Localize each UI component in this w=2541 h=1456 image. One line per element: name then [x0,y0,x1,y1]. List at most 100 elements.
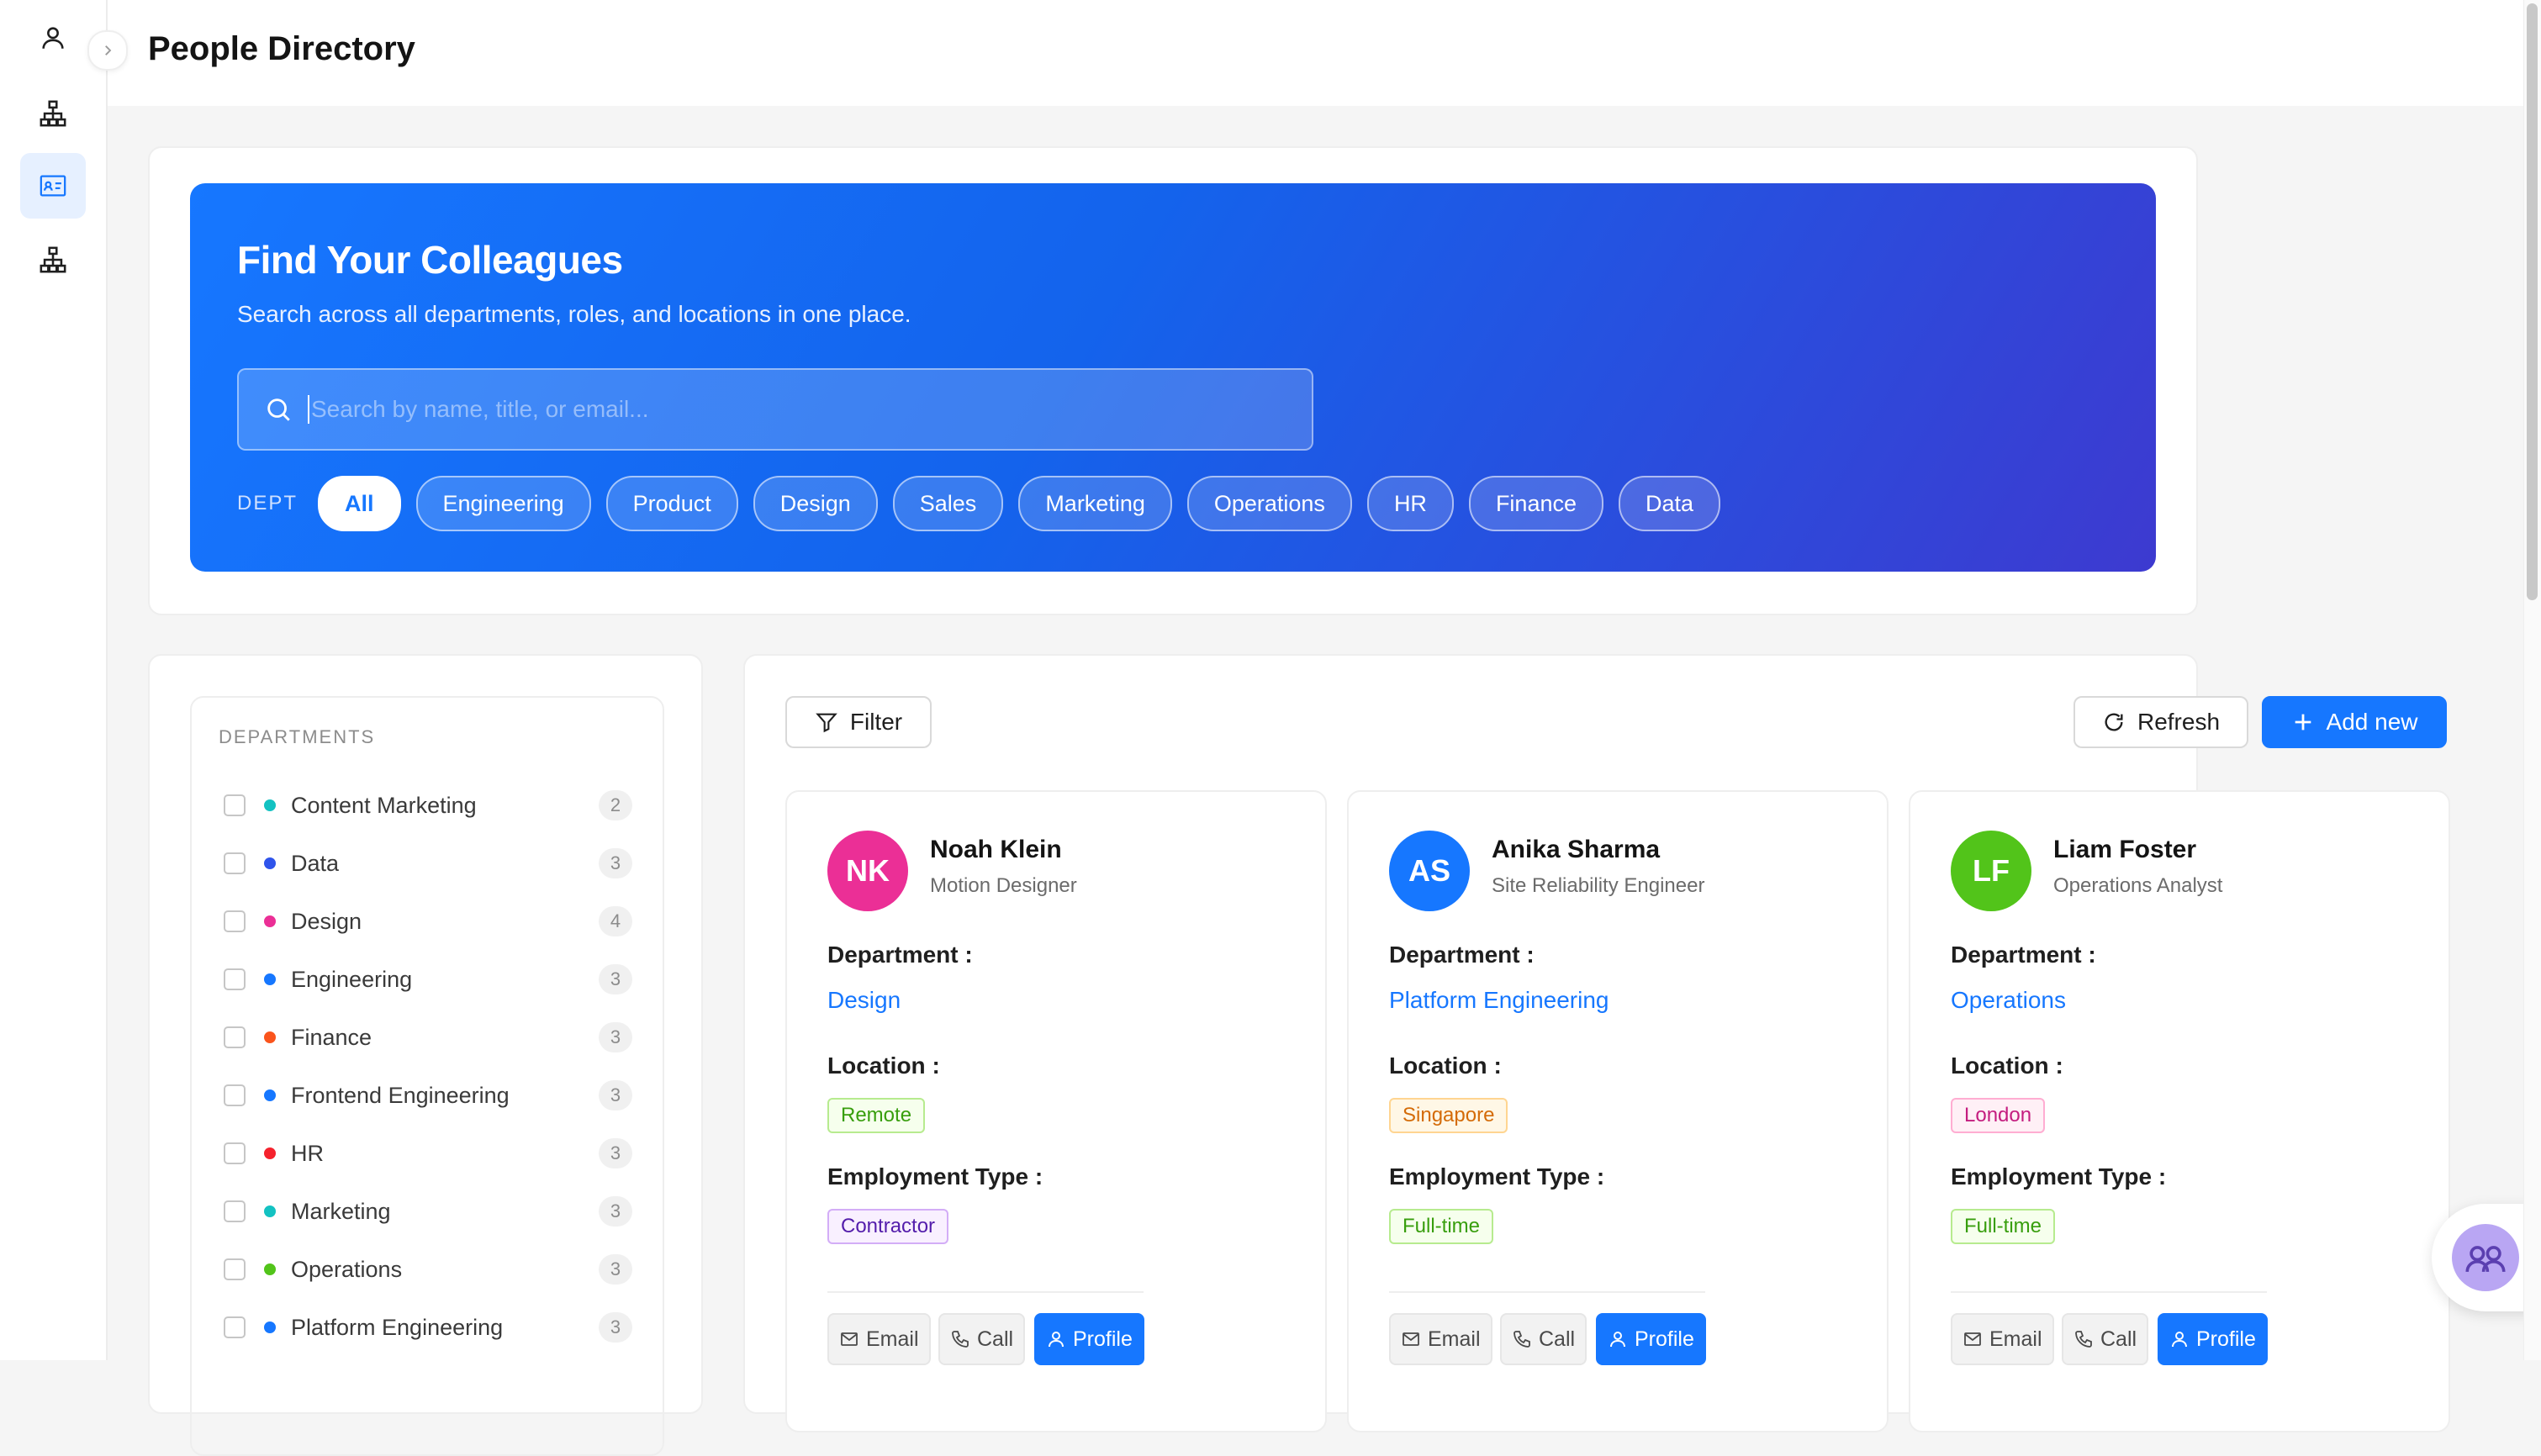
call-button[interactable]: Call [938,1313,1026,1365]
department-checkbox[interactable] [224,1026,246,1048]
refresh-icon [2105,713,2123,731]
department-count: 3 [599,1196,632,1227]
profile-button[interactable]: Profile [1034,1313,1144,1365]
chip-engineering[interactable]: Engineering [415,476,591,531]
person-role: Operations Analyst [2053,874,2223,897]
department-checkbox[interactable] [224,1316,246,1338]
chip-design[interactable]: Design [753,476,878,531]
chip-marketing[interactable]: Marketing [1018,476,1172,531]
department-checkbox[interactable] [224,794,246,816]
call-label: Call [977,1327,1014,1351]
department-item[interactable]: Design 4 [224,903,632,940]
location-field-label: Location : [827,1052,940,1079]
department-item[interactable]: Data 3 [224,845,632,882]
refresh-button[interactable]: Refresh [2073,696,2248,748]
department-item[interactable]: Engineering 3 [224,961,632,998]
department-checkbox[interactable] [224,968,246,990]
email-button[interactable]: Email [827,1313,931,1365]
person-card: AS Anika Sharma Site Reliability Engineer D… [1347,790,1889,1432]
department-color-dot [264,973,276,985]
departments-card: DEPARTMENTS Content Marketing 2 Data 3 Desig… [190,696,664,1456]
sidebar-item-directory[interactable] [20,153,86,219]
call-button[interactable]: Call [1500,1313,1587,1365]
sidebar-item-org-chart[interactable] [20,81,86,146]
department-color-dot [264,1147,276,1159]
user-icon [1610,1332,1625,1348]
sidebar-collapse-button[interactable] [87,30,128,71]
employment-field-label: Employment Type : [1389,1163,1605,1190]
department-item[interactable]: HR 3 [224,1135,632,1172]
profile-button[interactable]: Profile [2158,1313,2268,1365]
department-checkbox[interactable] [224,1200,246,1222]
sidebar-item-teams[interactable] [20,227,86,293]
department-link[interactable]: Design [827,987,901,1014]
department-count: 3 [599,848,632,878]
department-name: Marketing [291,1198,391,1224]
department-item[interactable]: Finance 3 [224,1019,632,1056]
chip-operations[interactable]: Operations [1186,476,1352,531]
chip-data[interactable]: Data [1619,476,1721,531]
department-color-dot [264,1089,276,1101]
org-chart-icon [40,246,66,273]
location-tag: Singapore [1389,1098,1508,1133]
chip-all[interactable]: All [318,476,401,531]
departments-title: DEPARTMENTS [219,726,376,747]
department-field-label: Department : [827,942,973,968]
department-color-dot [264,1263,276,1275]
add-new-button[interactable]: Add new [2262,696,2447,748]
person-role: Motion Designer [930,874,1077,897]
mail-icon [1403,1332,1419,1346]
card-divider [1389,1291,1705,1293]
page-scrollbar[interactable] [2523,0,2541,1360]
team-avatar-icon [2452,1224,2519,1291]
filter-label: Filter [849,709,903,735]
person-name: Liam Foster [2053,836,2197,863]
chip-product[interactable]: Product [605,476,738,531]
email-button[interactable]: Email [1389,1313,1492,1365]
department-checkbox[interactable] [224,852,246,874]
phone-icon [952,1331,969,1348]
call-button[interactable]: Call [2062,1313,2149,1365]
chip-hr[interactable]: HR [1366,476,1454,531]
profile-label: Profile [2196,1327,2256,1351]
department-link[interactable]: Platform Engineering [1389,987,1609,1014]
card-divider [1951,1291,2267,1293]
search-input[interactable] [308,395,1238,424]
search-box[interactable] [237,368,1313,451]
chip-sales[interactable]: Sales [892,476,1004,531]
phone-icon [2075,1331,2092,1348]
hero-title: Find Your Colleagues [237,238,623,282]
department-count: 3 [599,1312,632,1343]
department-checkbox[interactable] [224,1084,246,1106]
department-checkbox[interactable] [224,1258,246,1280]
department-item[interactable]: Content Marketing 2 [224,787,632,824]
department-item[interactable]: Frontend Engineering 3 [224,1077,632,1114]
department-count: 3 [599,1022,632,1052]
chip-finance[interactable]: Finance [1468,476,1603,531]
hero-container: Find Your Colleagues Search across all d… [148,146,2198,615]
department-count: 4 [599,906,632,936]
location-tag: Remote [827,1098,926,1133]
scrollbar-thumb[interactable] [2527,3,2538,600]
sidebar-item-profile[interactable] [20,5,86,71]
departments-panel: DEPARTMENTS Content Marketing 2 Data 3 Desig… [148,654,703,1456]
location-tag: London [1951,1098,2046,1133]
chevron-right-icon [105,45,112,55]
refresh-label: Refresh [2137,709,2221,735]
profile-button[interactable]: Profile [1596,1313,1706,1365]
department-item[interactable]: Marketing 3 [224,1193,632,1230]
person-name: Noah Klein [930,836,1062,863]
email-label: Email [866,1327,919,1351]
department-item[interactable]: Operations 3 [224,1251,632,1288]
department-count: 3 [599,1138,632,1168]
department-name: Content Marketing [291,792,477,818]
department-checkbox[interactable] [224,1142,246,1164]
department-name: Operations [291,1256,403,1282]
department-color-dot [264,1321,276,1333]
department-link[interactable]: Operations [1951,987,2066,1014]
filter-button[interactable]: Filter [785,696,932,748]
department-item[interactable]: Platform Engineering 3 [224,1309,632,1346]
email-button[interactable]: Email [1951,1313,2054,1365]
department-checkbox[interactable] [224,910,246,932]
department-count: 3 [599,1254,632,1285]
